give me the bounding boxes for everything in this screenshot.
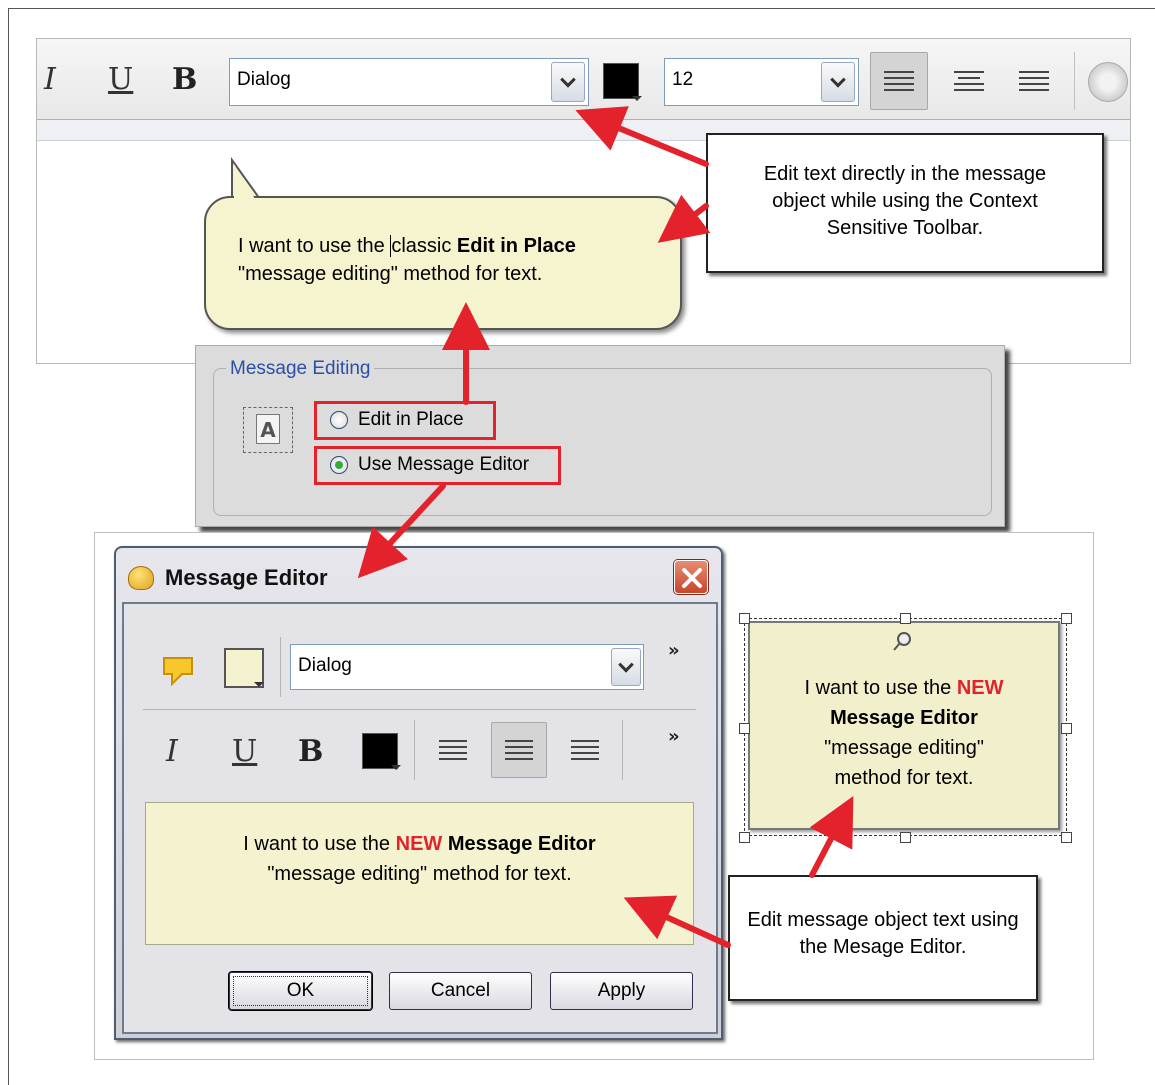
arrow-to-text-area: [623, 895, 731, 948]
arrow-to-bubble: [657, 194, 711, 243]
arrow-to-dialog-title: [357, 483, 446, 579]
arrow-to-toolbar: [575, 106, 709, 167]
arrow-to-message-object: [809, 796, 854, 878]
annotation-arrows: [357, 106, 854, 948]
